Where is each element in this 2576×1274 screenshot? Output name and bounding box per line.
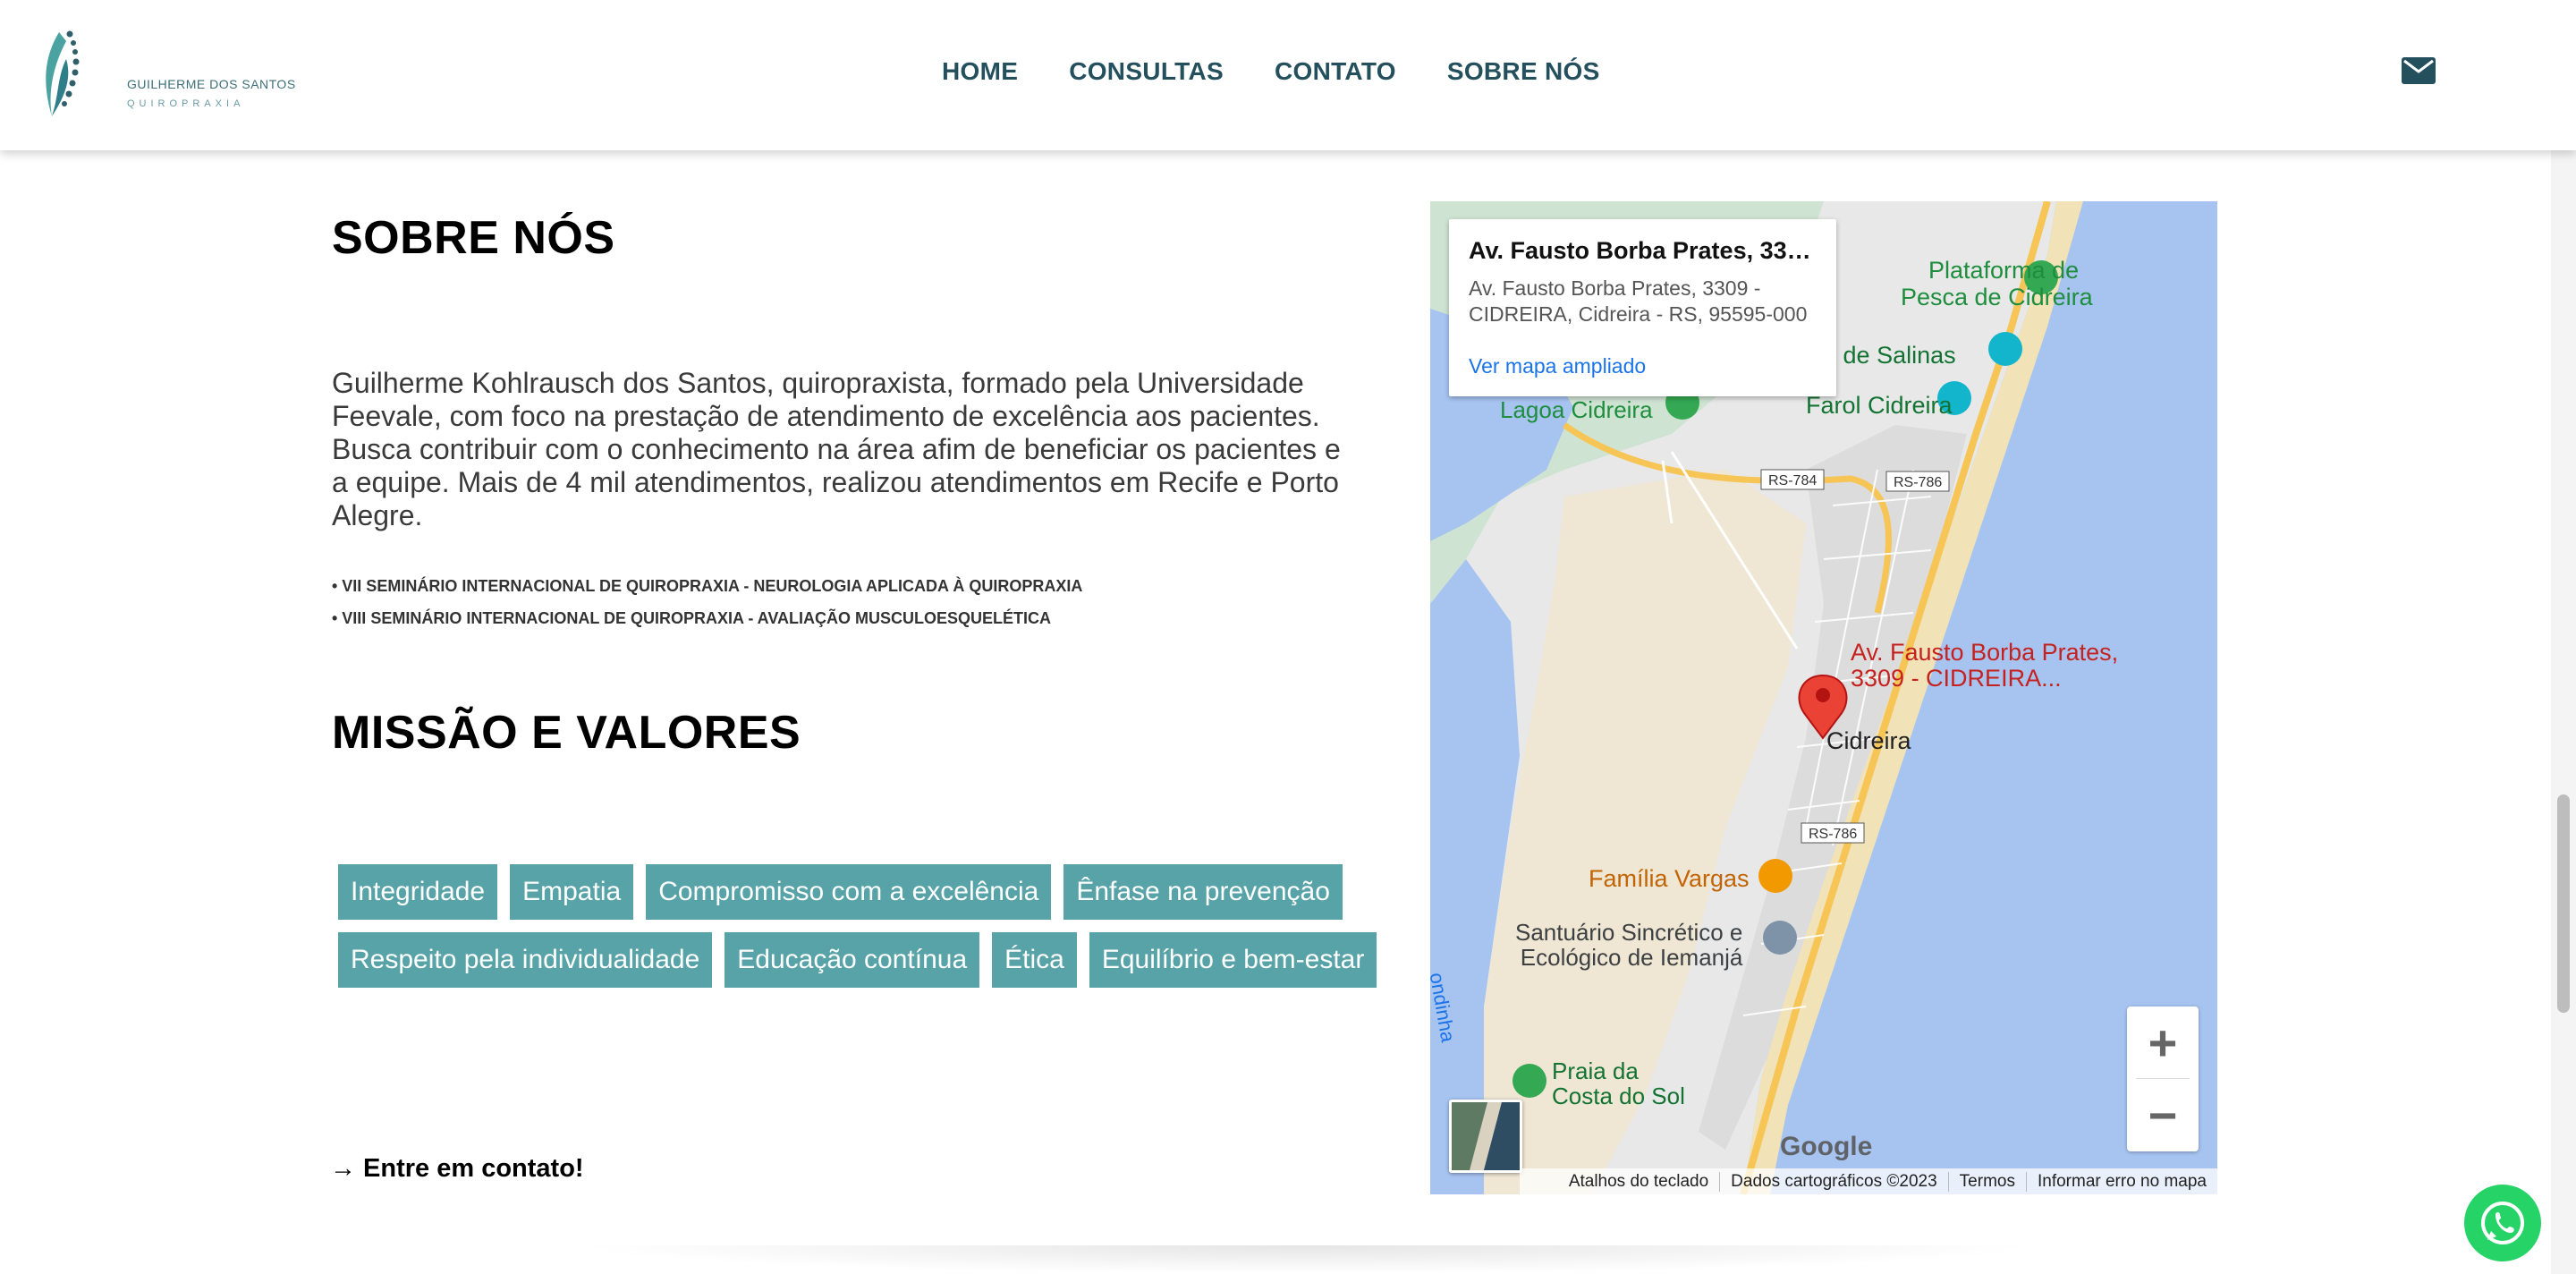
map-label: Lagoa Cidreira (1500, 396, 1653, 423)
road-label: RS-784 (1768, 473, 1817, 488)
mission-heading: MISSÃO E VALORES (332, 707, 801, 759)
value-tag: Equilíbrio e bem-estar (1089, 932, 1377, 988)
brand-logo[interactable]: GUILHERME DOS SANTOS QUIROPRAXIA (39, 23, 295, 122)
nav-contato[interactable]: CONTATO (1275, 57, 1396, 86)
google-wordmark: Google (1780, 1132, 1873, 1161)
brand-subtitle: QUIROPRAXIA (127, 98, 245, 109)
contact-link[interactable]: → Entre em contato! (330, 1154, 584, 1184)
event-item: • VIII SEMINÁRIO INTERNACIONAL DE QUIROP… (332, 609, 1051, 627)
section-shadow (572, 1245, 2039, 1274)
pin-label-line: Av. Fausto Borba Prates, (1851, 639, 2119, 666)
satellite-thumbnail-icon (1452, 1102, 1520, 1170)
satellite-toggle-button[interactable] (1449, 1100, 1522, 1173)
nav-home[interactable]: HOME (942, 57, 1018, 86)
values-row: Respeito pela individualidade Educação c… (332, 932, 1377, 988)
values-tags: Integridade Empatia Compromisso com a ex… (332, 864, 1377, 1000)
events-list: • VII SEMINÁRIO INTERNACIONAL DE QUIROPR… (332, 570, 1082, 634)
value-tag: Ênfase na prevenção (1063, 864, 1343, 920)
site-header: GUILHERME DOS SANTOS QUIROPRAXIA HOME CO… (0, 0, 2576, 150)
keyboard-shortcuts-link[interactable]: Atalhos do teclado (1558, 1172, 1719, 1192)
map-label: Santuário Sincrético e Ecológico de Iema… (1515, 920, 1742, 970)
map-info-window: Av. Fausto Borba Prates, 3309... Av. Fau… (1449, 219, 1836, 396)
map-label: Família Vargas (1589, 865, 1750, 892)
scrollbar-thumb[interactable] (2557, 794, 2570, 1013)
main-nav: HOME CONSULTAS CONTATO SOBRE NÓS (942, 57, 1651, 86)
terms-link[interactable]: Termos (1947, 1171, 2026, 1192)
map-attribution: Atalhos do teclado Dados cartográficos ©… (1520, 1168, 2217, 1194)
google-logo: Google (1780, 1132, 1872, 1162)
road-label: RS-786 (1809, 827, 1857, 842)
about-heading: SOBRE NÓS (332, 212, 615, 264)
map-label: Praia da Costa do Sol (1552, 1058, 1685, 1108)
worship-poi-icon[interactable] (1763, 921, 1797, 955)
info-title: Av. Fausto Borba Prates, 3309... (1469, 237, 1817, 264)
map-label: Cidreira (1826, 727, 1911, 754)
map-label-line: Costa do Sol (1552, 1083, 1685, 1109)
map-label-line: Praia da (1552, 1057, 1639, 1084)
beach-poi-icon[interactable] (1513, 1064, 1546, 1098)
value-tag: Educação contínua (724, 932, 980, 988)
nav-sobre-nos[interactable]: SOBRE NÓS (1447, 57, 1600, 86)
camera-poi-icon[interactable] (1988, 332, 2022, 366)
brand-name: GUILHERME DOS SANTOS (127, 77, 296, 91)
map-label-line: Santuário Sincrético e (1515, 919, 1743, 946)
report-error-link[interactable]: Informar erro no mapa (2025, 1171, 2217, 1192)
values-row: Integridade Empatia Compromisso com a ex… (332, 864, 1369, 920)
scrollbar[interactable] (2551, 0, 2576, 1274)
value-tag: Ética (992, 932, 1077, 988)
pin-label: Av. Fausto Borba Prates, 3309 - CIDREIRA… (1851, 640, 2118, 692)
info-address: Av. Fausto Borba Prates, 3309 - CIDREIRA… (1469, 276, 1808, 326)
google-map[interactable]: RS-784 RS-786 RS-786 Plataforma de Pesca… (1430, 201, 2217, 1194)
pin-label-line: 3309 - CIDREIRA... (1851, 665, 2062, 692)
restaurant-poi-icon[interactable] (1758, 859, 1792, 893)
value-tag: Empatia (510, 864, 634, 920)
whatsapp-icon (2481, 1202, 2524, 1244)
map-label-line: Ecológico de Iemanjá (1520, 944, 1743, 971)
zoom-in-button[interactable]: + (2127, 1006, 2199, 1078)
envelope-icon[interactable] (2402, 57, 2436, 84)
event-item: • VII SEMINÁRIO INTERNACIONAL DE QUIROPR… (332, 577, 1083, 595)
road-label: RS-786 (1894, 475, 1942, 490)
spine-logo-icon (46, 30, 80, 116)
value-tag: Compromisso com a excelência (646, 864, 1052, 920)
value-tag: Integridade (338, 864, 498, 920)
view-larger-map-link[interactable]: Ver mapa ampliado (1469, 354, 1817, 378)
about-text: Guilherme Kohlrausch dos Santos, quiropr… (332, 367, 1341, 531)
zoom-control: + − (2127, 1006, 2199, 1151)
whatsapp-button[interactable] (2464, 1185, 2541, 1261)
map-label: Pesca de Cidreira (1901, 284, 2093, 310)
nav-consultas[interactable]: CONSULTAS (1069, 57, 1224, 86)
zoom-out-button[interactable]: − (2127, 1079, 2199, 1151)
map-label: Plataforma de (1928, 257, 2080, 284)
map-data-text: Dados cartográficos ©2023 (1719, 1171, 1948, 1192)
value-tag: Respeito pela individualidade (338, 932, 713, 988)
